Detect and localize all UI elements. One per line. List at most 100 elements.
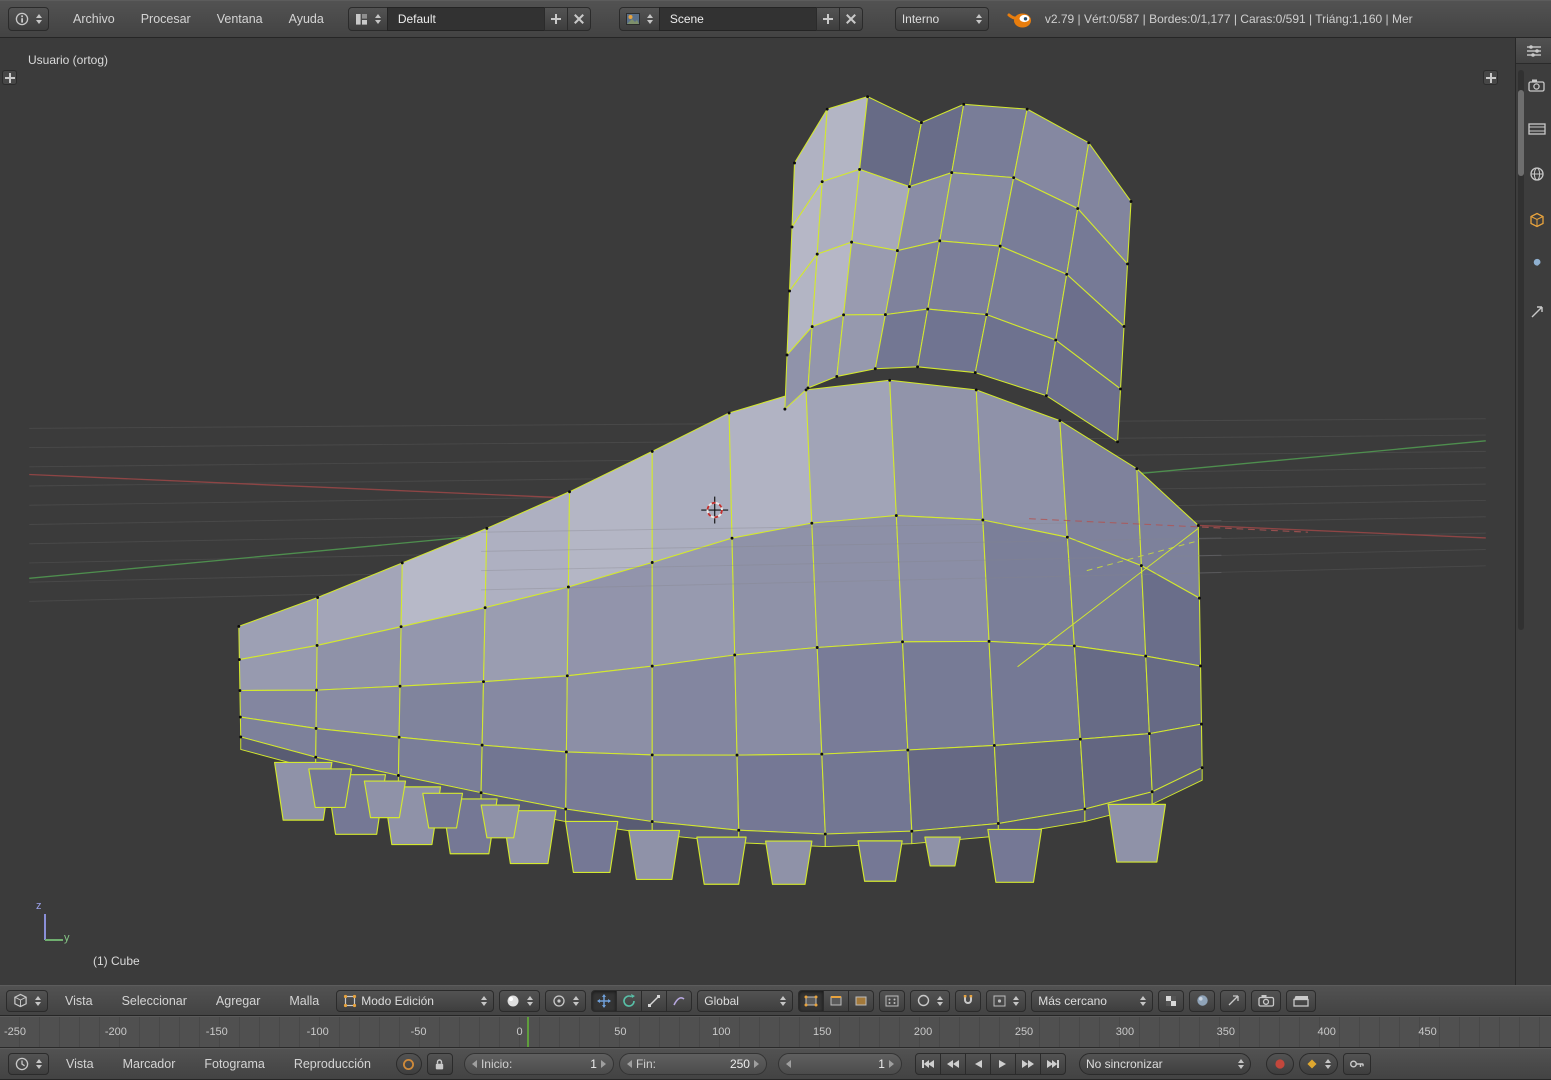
menu-procesar[interactable]: Procesar xyxy=(129,8,203,30)
menu-seleccionar[interactable]: Seleccionar xyxy=(110,990,199,1012)
jump-to-start-button[interactable] xyxy=(914,1053,941,1075)
lock-frame-range-button[interactable] xyxy=(426,1053,453,1075)
menu-vista-timeline[interactable]: Vista xyxy=(54,1053,106,1075)
region-expand-right-button[interactable] xyxy=(1483,70,1498,85)
decrement-icon[interactable] xyxy=(471,1060,477,1068)
properties-scrollbar[interactable] xyxy=(1518,70,1524,630)
face-select-button[interactable] xyxy=(848,989,875,1012)
checker-icon xyxy=(1166,995,1177,1006)
transform-orientation-dropdown[interactable]: Global xyxy=(697,989,794,1012)
current-frame-marker[interactable] xyxy=(527,1017,529,1047)
jump-to-end-button[interactable] xyxy=(1039,1053,1066,1075)
camera-icon xyxy=(1258,995,1274,1007)
chevron-updown-icon xyxy=(36,14,42,24)
viewport-shading-dropdown[interactable] xyxy=(499,989,541,1012)
use-preview-range-button[interactable] xyxy=(395,1053,422,1075)
ruler-tick-label: 400 xyxy=(1317,1026,1336,1038)
rotate-icon xyxy=(623,993,636,1007)
scene-name-field[interactable]: Scene xyxy=(658,7,817,31)
mode-value: Modo Edición xyxy=(361,993,434,1008)
opengl-render-anim-button[interactable] xyxy=(1286,989,1317,1012)
properties-header[interactable] xyxy=(1516,38,1551,64)
editor-type-button-3dview[interactable] xyxy=(6,989,48,1012)
current-frame-field[interactable]: 1 xyxy=(777,1053,902,1075)
frame-end-field[interactable]: Fin: 250 xyxy=(618,1053,767,1075)
insert-keyframe-button[interactable] xyxy=(1342,1053,1371,1075)
scene-browse-button[interactable] xyxy=(618,7,660,31)
editor-type-button-info[interactable] xyxy=(8,7,49,31)
active-object-label: (1) Cube xyxy=(93,954,140,968)
current-frame-value: 1 xyxy=(878,1057,885,1071)
object-icon[interactable] xyxy=(1529,212,1545,228)
snap-target-dropdown[interactable]: Más cercano xyxy=(1031,989,1154,1012)
increment-icon[interactable] xyxy=(600,1060,606,1068)
menu-ayuda[interactable]: Ayuda xyxy=(277,8,336,30)
decrement-icon[interactable] xyxy=(785,1060,791,1068)
mesh-wireframe[interactable] xyxy=(0,38,1515,985)
manipulator-extra-button[interactable] xyxy=(666,989,693,1012)
keying-set-dropdown[interactable] xyxy=(1298,1053,1338,1075)
manipulator-rotate-button[interactable] xyxy=(616,989,643,1012)
menu-archivo[interactable]: Archivo xyxy=(61,8,127,30)
render-engine-dropdown[interactable]: Interno xyxy=(894,7,989,31)
increment-icon[interactable] xyxy=(753,1060,759,1068)
modifier-wrench-icon[interactable] xyxy=(1529,258,1545,274)
info-header: Archivo Procesar Ventana Ayuda Default S… xyxy=(0,0,1551,38)
editor-type-button-timeline[interactable] xyxy=(8,1053,49,1075)
render-engine-value: Interno xyxy=(901,12,940,26)
render-camera-icon[interactable] xyxy=(1528,78,1546,92)
play-button[interactable] xyxy=(989,1053,1016,1075)
occlude-geometry-button[interactable] xyxy=(879,989,906,1012)
manipulator-scale-button[interactable] xyxy=(641,989,668,1012)
snap-peel-button[interactable] xyxy=(1158,989,1185,1012)
keying-diamond-icon xyxy=(1307,1059,1317,1069)
pivot-point-dropdown[interactable] xyxy=(545,989,587,1012)
screen-layout-add-button[interactable] xyxy=(543,7,568,31)
menu-vista[interactable]: Vista xyxy=(53,990,105,1012)
ruler-tick-label: 100 xyxy=(712,1026,731,1038)
snap-element-dropdown[interactable] xyxy=(986,989,1027,1012)
properties-editor-sliver[interactable] xyxy=(1515,38,1551,985)
region-expand-left-button[interactable] xyxy=(2,70,17,85)
menu-fotograma[interactable]: Fotograma xyxy=(192,1053,276,1075)
timeline-header: Vista Marcador Fotograma Reproducción In… xyxy=(0,1048,1551,1080)
opengl-render-still-button[interactable] xyxy=(1251,989,1282,1012)
screen-layout-name-field[interactable]: Default xyxy=(386,7,545,31)
auto-keyframe-record-button[interactable] xyxy=(1265,1053,1294,1075)
scene-add-button[interactable] xyxy=(815,7,840,31)
scene-delete-button[interactable] xyxy=(838,7,863,31)
av-sync-dropdown[interactable]: No sincronizar xyxy=(1078,1053,1251,1075)
render-layers-icon[interactable] xyxy=(1528,122,1546,136)
screen-layout-delete-button[interactable] xyxy=(566,7,591,31)
gl-flip-button[interactable] xyxy=(1220,989,1247,1012)
prev-keyframe-button[interactable] xyxy=(939,1053,966,1075)
menu-reproduccion[interactable]: Reproducción xyxy=(282,1053,383,1075)
world-icon[interactable] xyxy=(1529,166,1545,182)
record-dot-icon xyxy=(1275,1059,1285,1069)
menu-agregar[interactable]: Agregar xyxy=(204,990,272,1012)
snap-toggle-button[interactable] xyxy=(955,989,982,1012)
vertex-select-button[interactable] xyxy=(798,989,825,1012)
frame-start-field[interactable]: Inicio: 1 xyxy=(463,1053,614,1075)
increment-icon[interactable] xyxy=(888,1060,894,1068)
timeline-ruler[interactable]: -250 -200 -150 -100 -50 0 50 100 150 200 250 300 350… xyxy=(0,1016,1551,1048)
manipulator-translate-button[interactable] xyxy=(591,989,618,1012)
chevron-updown-icon xyxy=(35,995,41,1006)
edge-select-button[interactable] xyxy=(823,989,850,1012)
next-keyframe-button[interactable] xyxy=(1014,1053,1041,1075)
play-reverse-button[interactable] xyxy=(964,1053,991,1075)
scrollbar-thumb[interactable] xyxy=(1518,90,1524,176)
mode-dropdown[interactable]: Modo Edición xyxy=(336,989,495,1012)
ruler-tick-label: -50 xyxy=(410,1026,427,1038)
matcap-sphere-button[interactable] xyxy=(1189,989,1216,1012)
proportional-edit-dropdown[interactable] xyxy=(910,989,951,1012)
menu-ventana[interactable]: Ventana xyxy=(205,8,275,30)
menu-marcador[interactable]: Marcador xyxy=(111,1053,188,1075)
menu-malla[interactable]: Malla xyxy=(277,990,331,1012)
decrement-icon[interactable] xyxy=(626,1060,632,1068)
play-icon xyxy=(998,1060,1006,1068)
constraint-icon[interactable] xyxy=(1529,304,1545,320)
ruler-tick-label: -250 xyxy=(3,1026,27,1038)
screen-layout-browse-button[interactable] xyxy=(347,7,388,31)
3d-viewport[interactable]: Usuario (ortog) (1) Cube z y xyxy=(0,38,1515,985)
